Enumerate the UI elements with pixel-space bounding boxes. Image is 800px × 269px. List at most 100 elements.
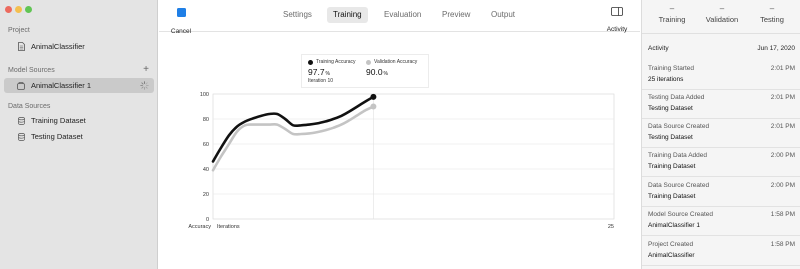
main-content: Cancel Settings Training Evaluation Prev…	[159, 0, 640, 269]
window-minimize-button[interactable]	[15, 6, 22, 13]
document-icon	[14, 42, 28, 51]
activity-entry-title: Project Created	[648, 241, 694, 248]
activity-entry[interactable]: Project Created 1:58 PM AnimalClassifier	[642, 237, 800, 266]
activity-entry-detail: Training Dataset	[648, 163, 696, 170]
sidebar-item-label: AnimalClassifier 1	[31, 81, 92, 90]
activity-entry[interactable]: Training Started 2:01 PM 25 iterations	[642, 61, 800, 90]
sidebar-item-label: AnimalClassifier	[31, 42, 85, 51]
y-tick-label: 100	[200, 92, 209, 98]
chart-legend: Training Accuracy 97.7% Iteration 10 Val…	[301, 54, 429, 88]
activity-date: Jun 17, 2020	[757, 45, 795, 52]
metric-validation: – Validation	[698, 4, 746, 25]
activity-entry[interactable]: Model Source Created 1:58 PM AnimalClassif…	[642, 207, 800, 236]
legend-training: Training Accuracy 97.7% Iteration 10	[308, 59, 356, 84]
x-axis-label: Iterations	[217, 224, 240, 230]
activity-entry-title: Data Source Created	[648, 123, 710, 130]
activity-entry-time: 1:58 PM	[770, 211, 795, 218]
sidebar-item-label: Training Dataset	[31, 116, 86, 125]
metric-testing: – Testing	[748, 4, 796, 25]
y-axis-label: Accuracy	[188, 224, 211, 230]
y-tick-label: 20	[203, 192, 209, 198]
metric-validation-label: Validation	[705, 15, 739, 24]
training-accuracy-point	[370, 93, 377, 100]
activity-entry-title: Training Started	[648, 65, 695, 72]
activity-button[interactable]: Activity	[604, 7, 630, 36]
legend-iteration: Iteration 10	[308, 78, 334, 84]
add-model-source-button[interactable]: +	[143, 64, 149, 75]
sidebar-item-training-dataset[interactable]: Training Dataset	[4, 113, 154, 128]
cancel-button[interactable]: Cancel	[169, 8, 193, 38]
tab-evaluation[interactable]: Evaluation	[378, 7, 427, 23]
training-dot-icon	[308, 59, 313, 65]
activity-entry-detail: AnimalClassifier 1	[648, 222, 701, 229]
activity-entry-detail: Testing Dataset	[648, 105, 693, 112]
stop-icon	[176, 8, 186, 17]
legend-validation-value: 90.0	[366, 67, 383, 77]
sidebar-item-label: Testing Dataset	[31, 132, 83, 141]
tab-output[interactable]: Output	[485, 7, 521, 23]
activity-entry-detail: 25 iterations	[648, 76, 684, 83]
window-zoom-button[interactable]	[25, 6, 32, 13]
activity-entry-title: Training Data Added	[648, 152, 708, 159]
accuracy-chart: 0 20 40 60 80 100 Accuracy Iterations 25	[188, 92, 615, 230]
activity-entry[interactable]: Testing Data Added 2:01 PM Testing Dataset	[642, 90, 800, 119]
model-icon	[14, 81, 28, 90]
activity-heading: Activity	[648, 45, 669, 52]
activity-header: Activity Jun 17, 2020	[642, 45, 800, 55]
activity-entry-detail: Training Dataset	[648, 193, 696, 200]
model-sources-heading: Model Sources	[8, 67, 55, 74]
toolbar: Cancel Settings Training Evaluation Prev…	[159, 0, 640, 35]
training-accuracy-line	[211, 95, 375, 163]
y-tick-label: 0	[206, 217, 209, 223]
validation-accuracy-point	[370, 103, 377, 110]
sidebar-item-project[interactable]: AnimalClassifier	[4, 39, 154, 54]
legend-validation-unit: %	[383, 71, 388, 77]
activity-entry[interactable]: Training Data Added 2:00 PM Training Datas…	[642, 148, 800, 177]
metric-training-value: –	[669, 4, 675, 13]
activity-entry-title: Testing Data Added	[648, 94, 705, 101]
sidebar: Project AnimalClassifier Model Sources +…	[0, 0, 158, 269]
window-close-button[interactable]	[5, 6, 12, 13]
cancel-label: Cancel	[170, 28, 192, 35]
activity-entry-title: Model Source Created	[648, 211, 714, 218]
activity-entry-time: 2:00 PM	[770, 152, 795, 159]
legend-training-unit: %	[325, 71, 330, 77]
chart-series	[211, 93, 377, 172]
database-icon	[14, 132, 28, 141]
activity-panel: – Training – Validation – Testing Activi…	[641, 0, 800, 269]
activity-entry-time: 2:01 PM	[770, 94, 795, 101]
y-tick-label: 80	[203, 117, 209, 123]
legend-training-value: 97.7	[308, 67, 325, 77]
metric-testing-value: –	[769, 4, 775, 13]
metric-validation-value: –	[719, 4, 725, 13]
divider	[642, 33, 800, 34]
tab-training[interactable]: Training	[327, 7, 368, 23]
metric-training: – Training	[648, 4, 696, 25]
x-end-label: 25	[608, 224, 614, 230]
activity-entry-detail: Testing Dataset	[648, 134, 693, 141]
tab-settings[interactable]: Settings	[277, 7, 318, 23]
y-tick-label: 40	[203, 167, 209, 173]
data-sources-heading: Data Sources	[8, 103, 51, 110]
activity-entry-time: 2:01 PM	[770, 123, 795, 130]
tab-preview[interactable]: Preview	[436, 7, 476, 23]
metric-training-label: Training	[658, 15, 686, 24]
project-heading: Project	[8, 27, 30, 34]
activity-entry-title: Data Source Created	[648, 182, 710, 189]
sidebar-item-testing-dataset[interactable]: Testing Dataset	[4, 129, 154, 144]
legend-training-title: Training Accuracy	[316, 59, 356, 65]
activity-entry-time: 1:58 PM	[770, 241, 795, 248]
legend-validation-title: Validation Accuracy	[374, 59, 418, 65]
database-icon	[14, 116, 28, 125]
sidebar-item-model-source[interactable]: AnimalClassifier 1	[4, 78, 154, 93]
y-tick-label: 60	[203, 142, 209, 148]
activity-entry-detail: AnimalClassifier	[648, 252, 695, 259]
legend-validation: Validation Accuracy 90.0%	[366, 59, 417, 77]
progress-spinner-icon	[140, 81, 149, 90]
activity-entry-time: 2:01 PM	[770, 65, 795, 72]
sidebar-toggle-icon	[611, 7, 623, 16]
activity-entry[interactable]: Data Source Created 2:00 PM Training Datas…	[642, 178, 800, 207]
activity-entry[interactable]: Data Source Created 2:01 PM Testing Datase…	[642, 119, 800, 148]
metric-testing-label: Testing	[760, 15, 784, 24]
activity-entry-time: 2:00 PM	[770, 182, 795, 189]
